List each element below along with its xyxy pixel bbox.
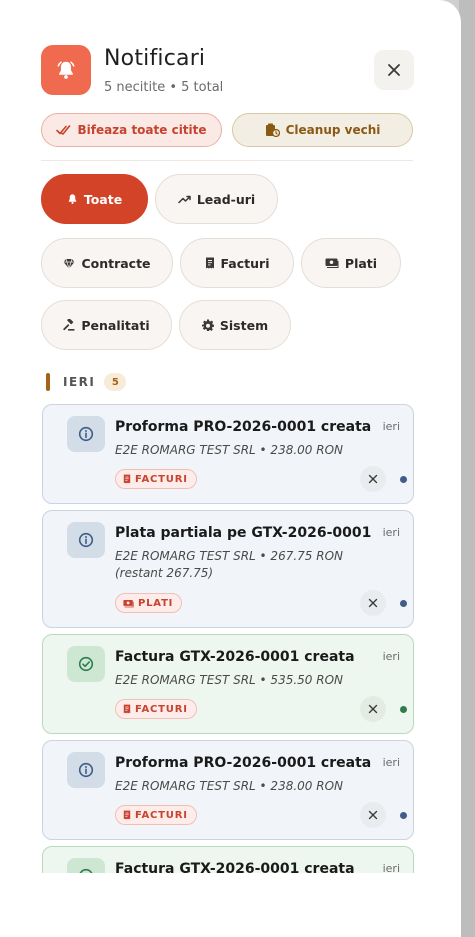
filter-chip-sistem[interactable]: Sistem	[179, 300, 291, 350]
check-circle-icon	[67, 646, 105, 682]
check-circle-icon	[67, 858, 105, 873]
notification-description: E2E ROMARG TEST SRL • 535.50 RON	[115, 673, 343, 687]
divider	[41, 160, 413, 161]
category-badge-label: FACTURI	[135, 473, 188, 485]
gear-icon	[201, 319, 214, 331]
notification-title: Proforma PRO-2026-0001 creata	[115, 419, 372, 435]
dismiss-button[interactable]	[360, 696, 386, 722]
close-icon	[368, 810, 378, 820]
filter-chip-toate[interactable]: Toate	[41, 174, 148, 224]
close-button[interactable]	[374, 50, 414, 90]
category-badge: FACTURI	[115, 699, 197, 719]
filter-chip-label: Penalitati	[81, 317, 150, 333]
group-header: IERI 5	[46, 372, 127, 392]
category-badge-label: PLATI	[138, 597, 174, 609]
category-badge-label: FACTURI	[135, 703, 188, 715]
cash-icon	[325, 258, 339, 268]
notification-card[interactable]: Factura GTX-2026-0001 creata ieri	[42, 846, 414, 873]
notification-title: Factura GTX-2026-0001 creata	[115, 861, 355, 873]
unread-dot	[400, 600, 407, 607]
notification-time: ieri	[382, 650, 400, 663]
notification-card[interactable]: Proforma PRO-2026-0001 creata ieri E2E R…	[42, 740, 414, 840]
category-badge: PLATI	[115, 593, 183, 613]
filter-chip-label: Lead-uri	[196, 191, 256, 207]
group-label: IERI	[63, 375, 96, 389]
filter-chip-label: Facturi	[220, 255, 270, 271]
mark-all-read-button[interactable]: Bifeaza toate citite	[41, 113, 222, 147]
notification-title: Proforma PRO-2026-0001 creata	[115, 755, 372, 771]
close-icon	[368, 474, 378, 484]
page-backdrop	[459, 0, 475, 937]
filter-chip-label: Plati	[344, 255, 378, 271]
notification-description: E2E ROMARG TEST SRL • 238.00 RON	[115, 779, 343, 793]
category-badge: FACTURI	[115, 805, 197, 825]
notifications-panel: Notificari 5 necitite • 5 total Bifeaza …	[0, 0, 461, 937]
notification-time: ieri	[382, 526, 400, 539]
gavel-icon	[63, 319, 75, 331]
dismiss-button[interactable]	[360, 802, 386, 828]
notification-card[interactable]: Factura GTX-2026-0001 creata ieri E2E RO…	[42, 634, 414, 734]
filter-chip-contracte[interactable]: Contracte	[41, 238, 173, 288]
notification-description: E2E ROMARG TEST SRL • 238.00 RON	[115, 443, 343, 457]
close-icon	[388, 64, 400, 76]
category-badge: FACTURI	[115, 469, 197, 489]
cash-icon	[123, 599, 134, 607]
filter-chip-label: Contracte	[81, 255, 151, 271]
notification-time: ieri	[382, 420, 400, 433]
info-icon	[67, 752, 105, 788]
panel-subtitle: 5 necitite • 5 total	[104, 80, 224, 95]
bell-icon	[41, 45, 91, 95]
filter-chip-label: Sistem	[219, 317, 269, 333]
group-marker	[46, 373, 50, 391]
info-icon	[67, 416, 105, 452]
dismiss-button[interactable]	[360, 590, 386, 616]
receipt-icon	[205, 257, 214, 269]
receipt-icon	[123, 810, 131, 820]
unread-dot	[400, 706, 407, 713]
info-icon	[67, 522, 105, 558]
close-icon	[368, 598, 378, 608]
panel-header: Notificari 5 necitite • 5 total	[41, 44, 414, 96]
notification-title: Plata partiala pe GTX-2026-0001	[115, 525, 372, 541]
notification-list: Proforma PRO-2026-0001 creata ieri E2E R…	[42, 404, 414, 873]
filter-chip-facturi[interactable]: Facturi	[180, 238, 294, 288]
unread-dot	[400, 476, 407, 483]
notification-time: ieri	[382, 756, 400, 769]
unread-dot	[400, 812, 407, 819]
bell-icon	[68, 194, 77, 204]
category-badge-label: FACTURI	[135, 809, 188, 821]
dismiss-button[interactable]	[360, 466, 386, 492]
notification-card[interactable]: Proforma PRO-2026-0001 creata ieri E2E R…	[42, 404, 414, 504]
filter-chip-lead-uri[interactable]: Lead-uri	[155, 174, 278, 224]
panel-title: Notificari	[104, 46, 206, 71]
notification-title: Factura GTX-2026-0001 creata	[115, 649, 355, 665]
group-count-badge: 5	[104, 373, 127, 391]
cleanup-button[interactable]: Cleanup vechi	[232, 113, 413, 147]
bulk-actions: Bifeaza toate citite Cleanup vechi	[41, 113, 413, 147]
double-check-icon	[56, 125, 71, 135]
trend-up-icon	[178, 195, 191, 204]
close-icon	[368, 704, 378, 714]
filter-chip-label: Toate	[83, 191, 123, 207]
broom-clock-icon	[265, 123, 280, 137]
notification-description: E2E ROMARG TEST SRL • 267.75 RON (restan…	[115, 549, 343, 580]
receipt-icon	[123, 704, 131, 714]
mark-all-read-label: Bifeaza toate citite	[77, 123, 207, 137]
cleanup-label: Cleanup vechi	[285, 123, 381, 137]
filter-chip-penalitati[interactable]: Penalitati	[41, 300, 172, 350]
filter-chip-plati[interactable]: Plati	[301, 238, 401, 288]
receipt-icon	[123, 474, 131, 484]
notification-time: ieri	[382, 862, 400, 873]
gem-icon	[63, 258, 75, 269]
notification-card[interactable]: Plata partiala pe GTX-2026-0001 ieri E2E…	[42, 510, 414, 628]
